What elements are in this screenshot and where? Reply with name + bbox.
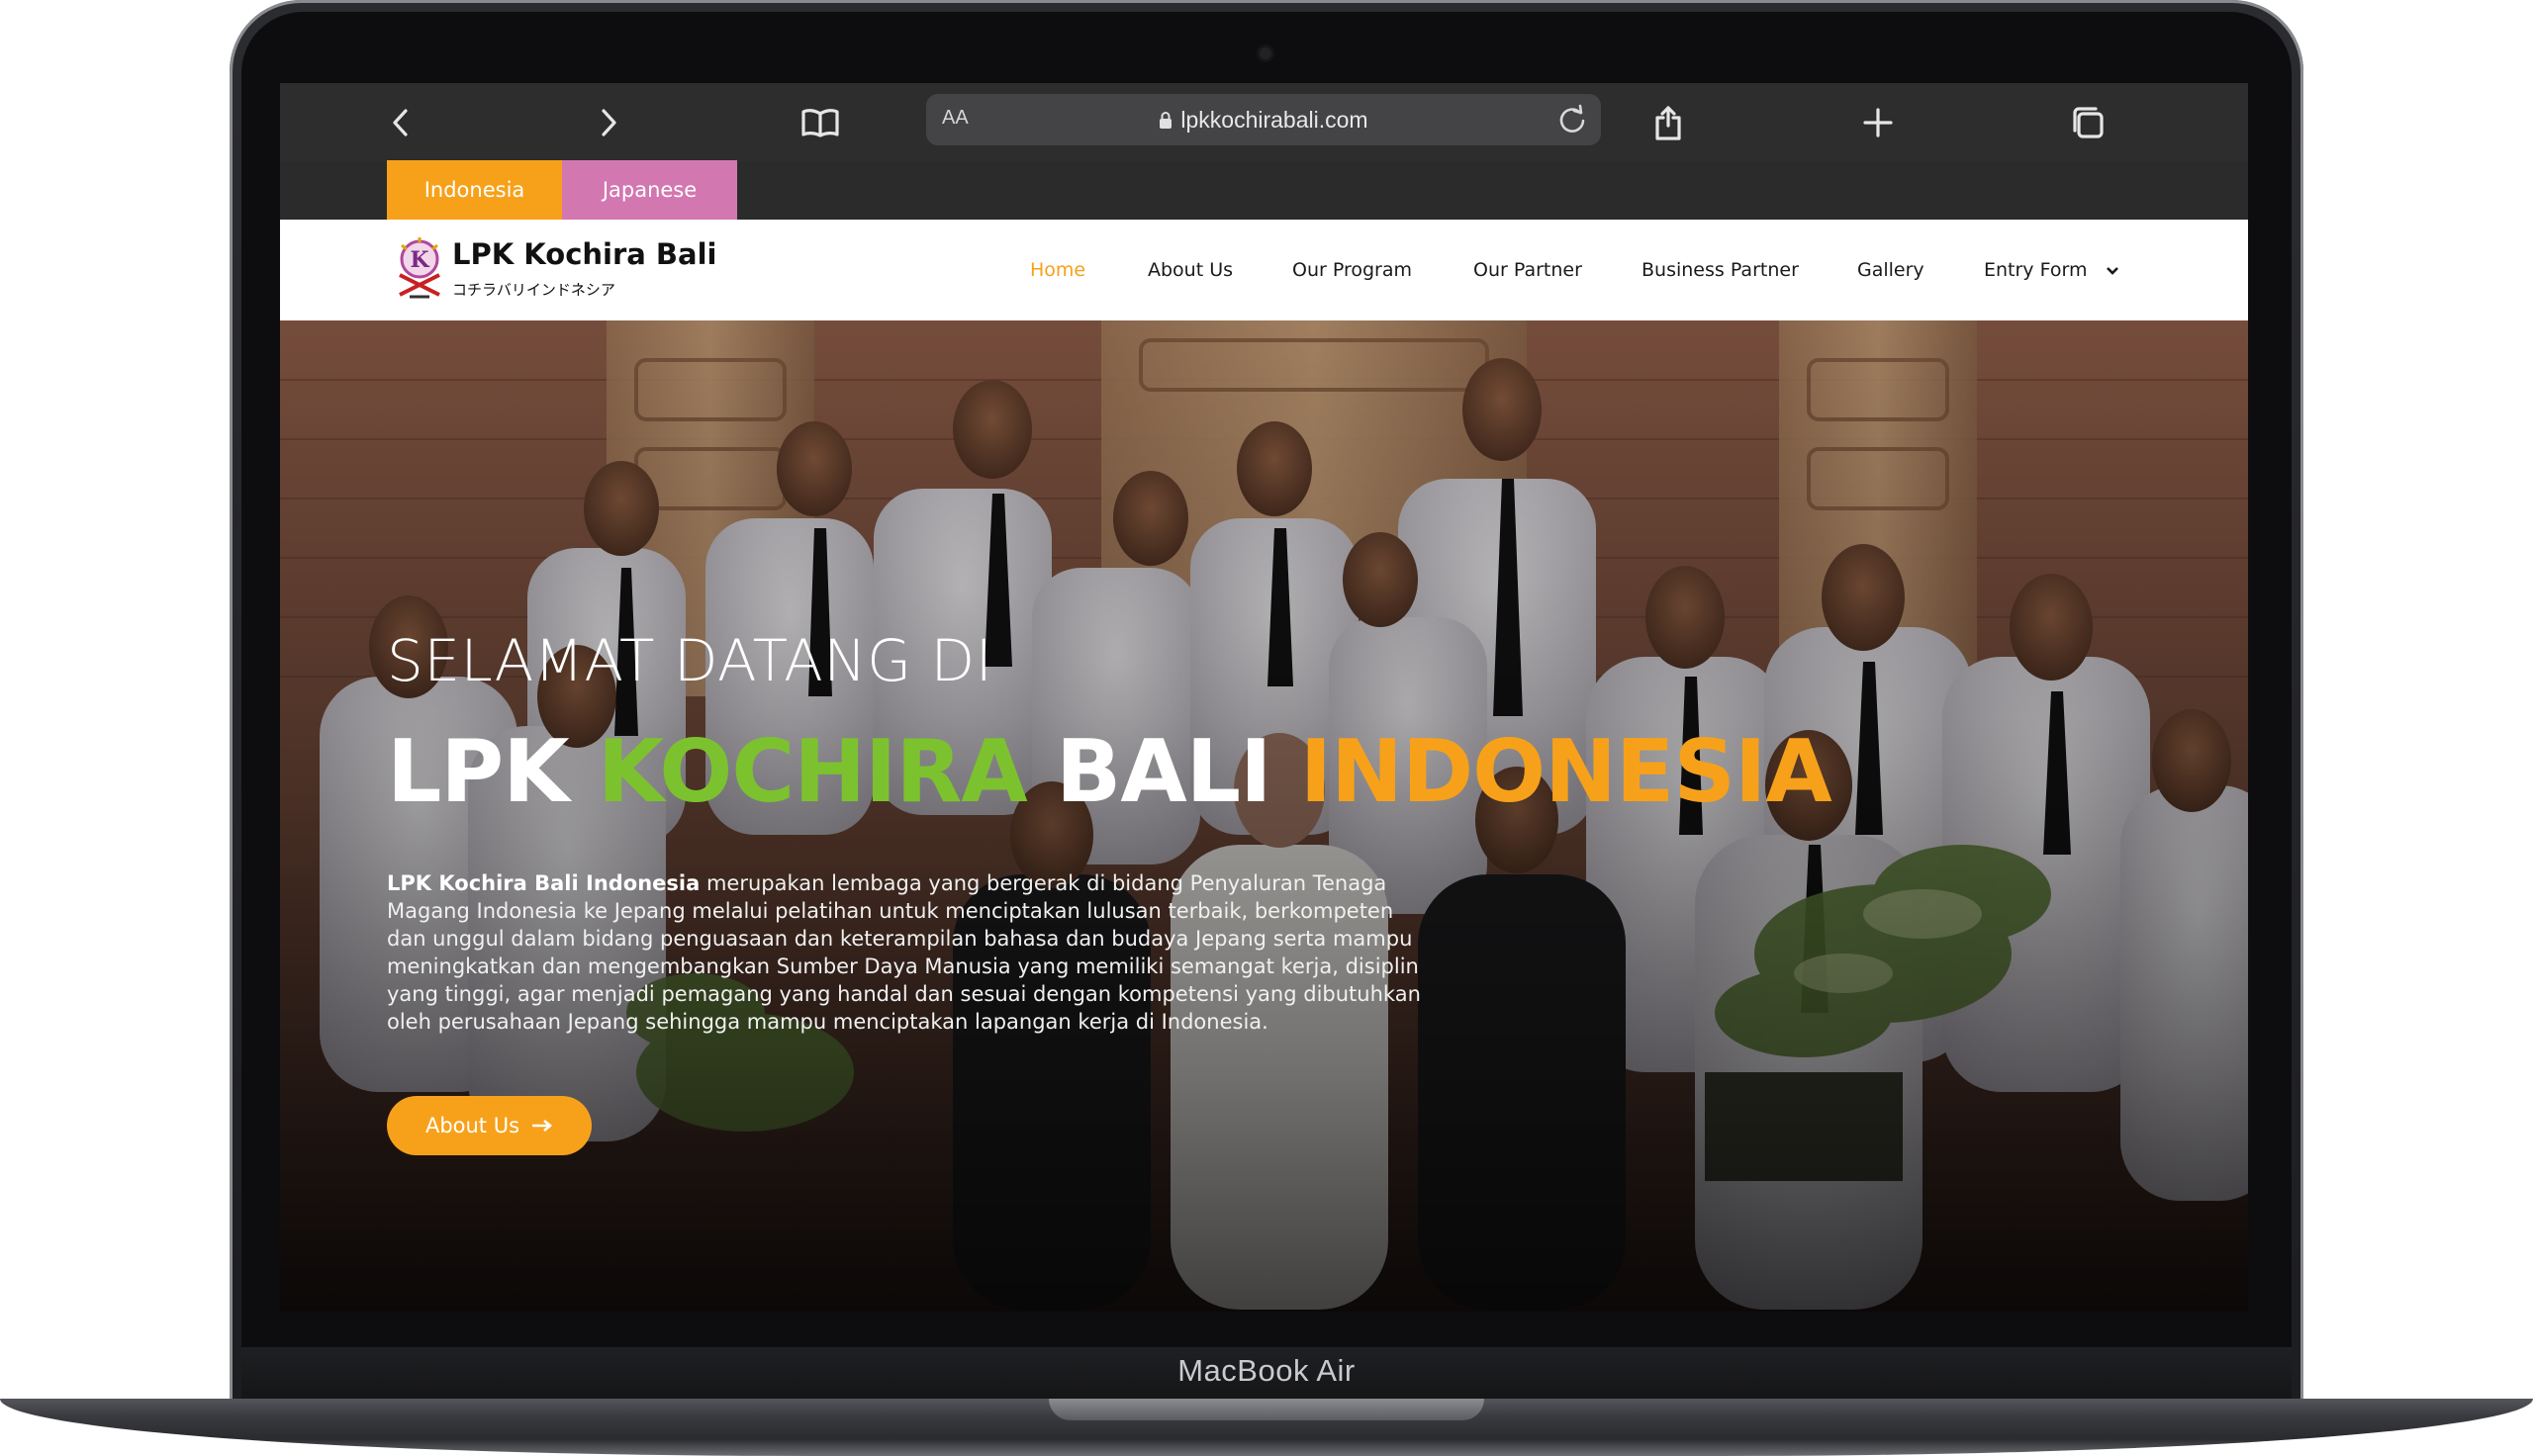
hero-section: SELAMAT DATANG DI LPK KOCHIRA BALI INDON…: [280, 320, 2248, 1312]
nav-home[interactable]: Home: [1030, 259, 1085, 281]
hero-title-bali: BALI: [1026, 721, 1300, 822]
logo-title[interactable]: LPK Kochira Bali: [452, 237, 717, 271]
svg-text:K: K: [410, 247, 429, 273]
hero-title-kochira: KOCHIRA: [597, 721, 1028, 822]
hero-welcome-text: SELAMAT DATANG DI: [387, 627, 993, 694]
address-bar[interactable]: AA lpkkochirabali.com: [926, 94, 1601, 145]
share-icon[interactable]: [1646, 101, 1690, 144]
logo-icon[interactable]: K: [394, 235, 445, 301]
nav-entry-form-label: Entry Form: [1984, 259, 2088, 281]
nav-gallery[interactable]: Gallery: [1857, 259, 1924, 281]
hero-title: LPK KOCHIRA BALI INDONESIA: [387, 721, 1832, 822]
chevron-down-icon: [2106, 266, 2118, 275]
device-label: MacBook Air: [1177, 1353, 1356, 1388]
browser-screen: AA lpkkochirabali.com Indonesia Japanese…: [280, 83, 2248, 1312]
browser-toolbar: AA lpkkochirabali.com: [280, 83, 2248, 162]
hero-description-bold: LPK Kochira Bali Indonesia: [387, 871, 701, 895]
plus-icon[interactable]: [1856, 101, 1900, 144]
about-us-button-label: About Us: [424, 1114, 520, 1138]
nav-entry-form[interactable]: Entry Form: [1984, 259, 2119, 281]
bookmarks-icon[interactable]: [798, 101, 842, 144]
lock-icon: [1160, 112, 1173, 129]
logo-subtitle: コチラバリインドネシア: [452, 281, 615, 299]
hero-description: LPK Kochira Bali Indonesia merupakan lem…: [387, 869, 1421, 1036]
lang-japanese-button[interactable]: Japanese: [562, 160, 737, 220]
chevron-left-icon[interactable]: [379, 101, 422, 144]
arrow-right-icon: [532, 1120, 553, 1132]
hero-description-rest: merupakan lembaga yang bergerak di bidan…: [387, 871, 1421, 1034]
nav-about-us[interactable]: About Us: [1148, 259, 1233, 281]
site-navbar: K LPK Kochira Bali コチラバリインドネシア Home Abou…: [280, 220, 2248, 320]
lang-indonesia-button[interactable]: Indonesia: [387, 160, 562, 220]
nav-our-partner[interactable]: Our Partner: [1473, 259, 1582, 281]
reload-icon[interactable]: [1553, 101, 1591, 138]
tabs-icon[interactable]: [2066, 101, 2110, 144]
nav-our-program[interactable]: Our Program: [1292, 259, 1412, 281]
camera-icon: [1260, 47, 1271, 59]
hero-title-lpk: LPK: [387, 721, 598, 822]
nav-business-partner[interactable]: Business Partner: [1642, 259, 1799, 281]
about-us-button[interactable]: About Us: [387, 1096, 592, 1155]
chevron-right-icon[interactable]: [587, 101, 630, 144]
laptop-hinge-notch: [1049, 1399, 1484, 1420]
hero-title-indonesia: INDONESIA: [1299, 721, 1832, 822]
url-text: lpkkochirabali.com: [1180, 106, 1368, 133]
